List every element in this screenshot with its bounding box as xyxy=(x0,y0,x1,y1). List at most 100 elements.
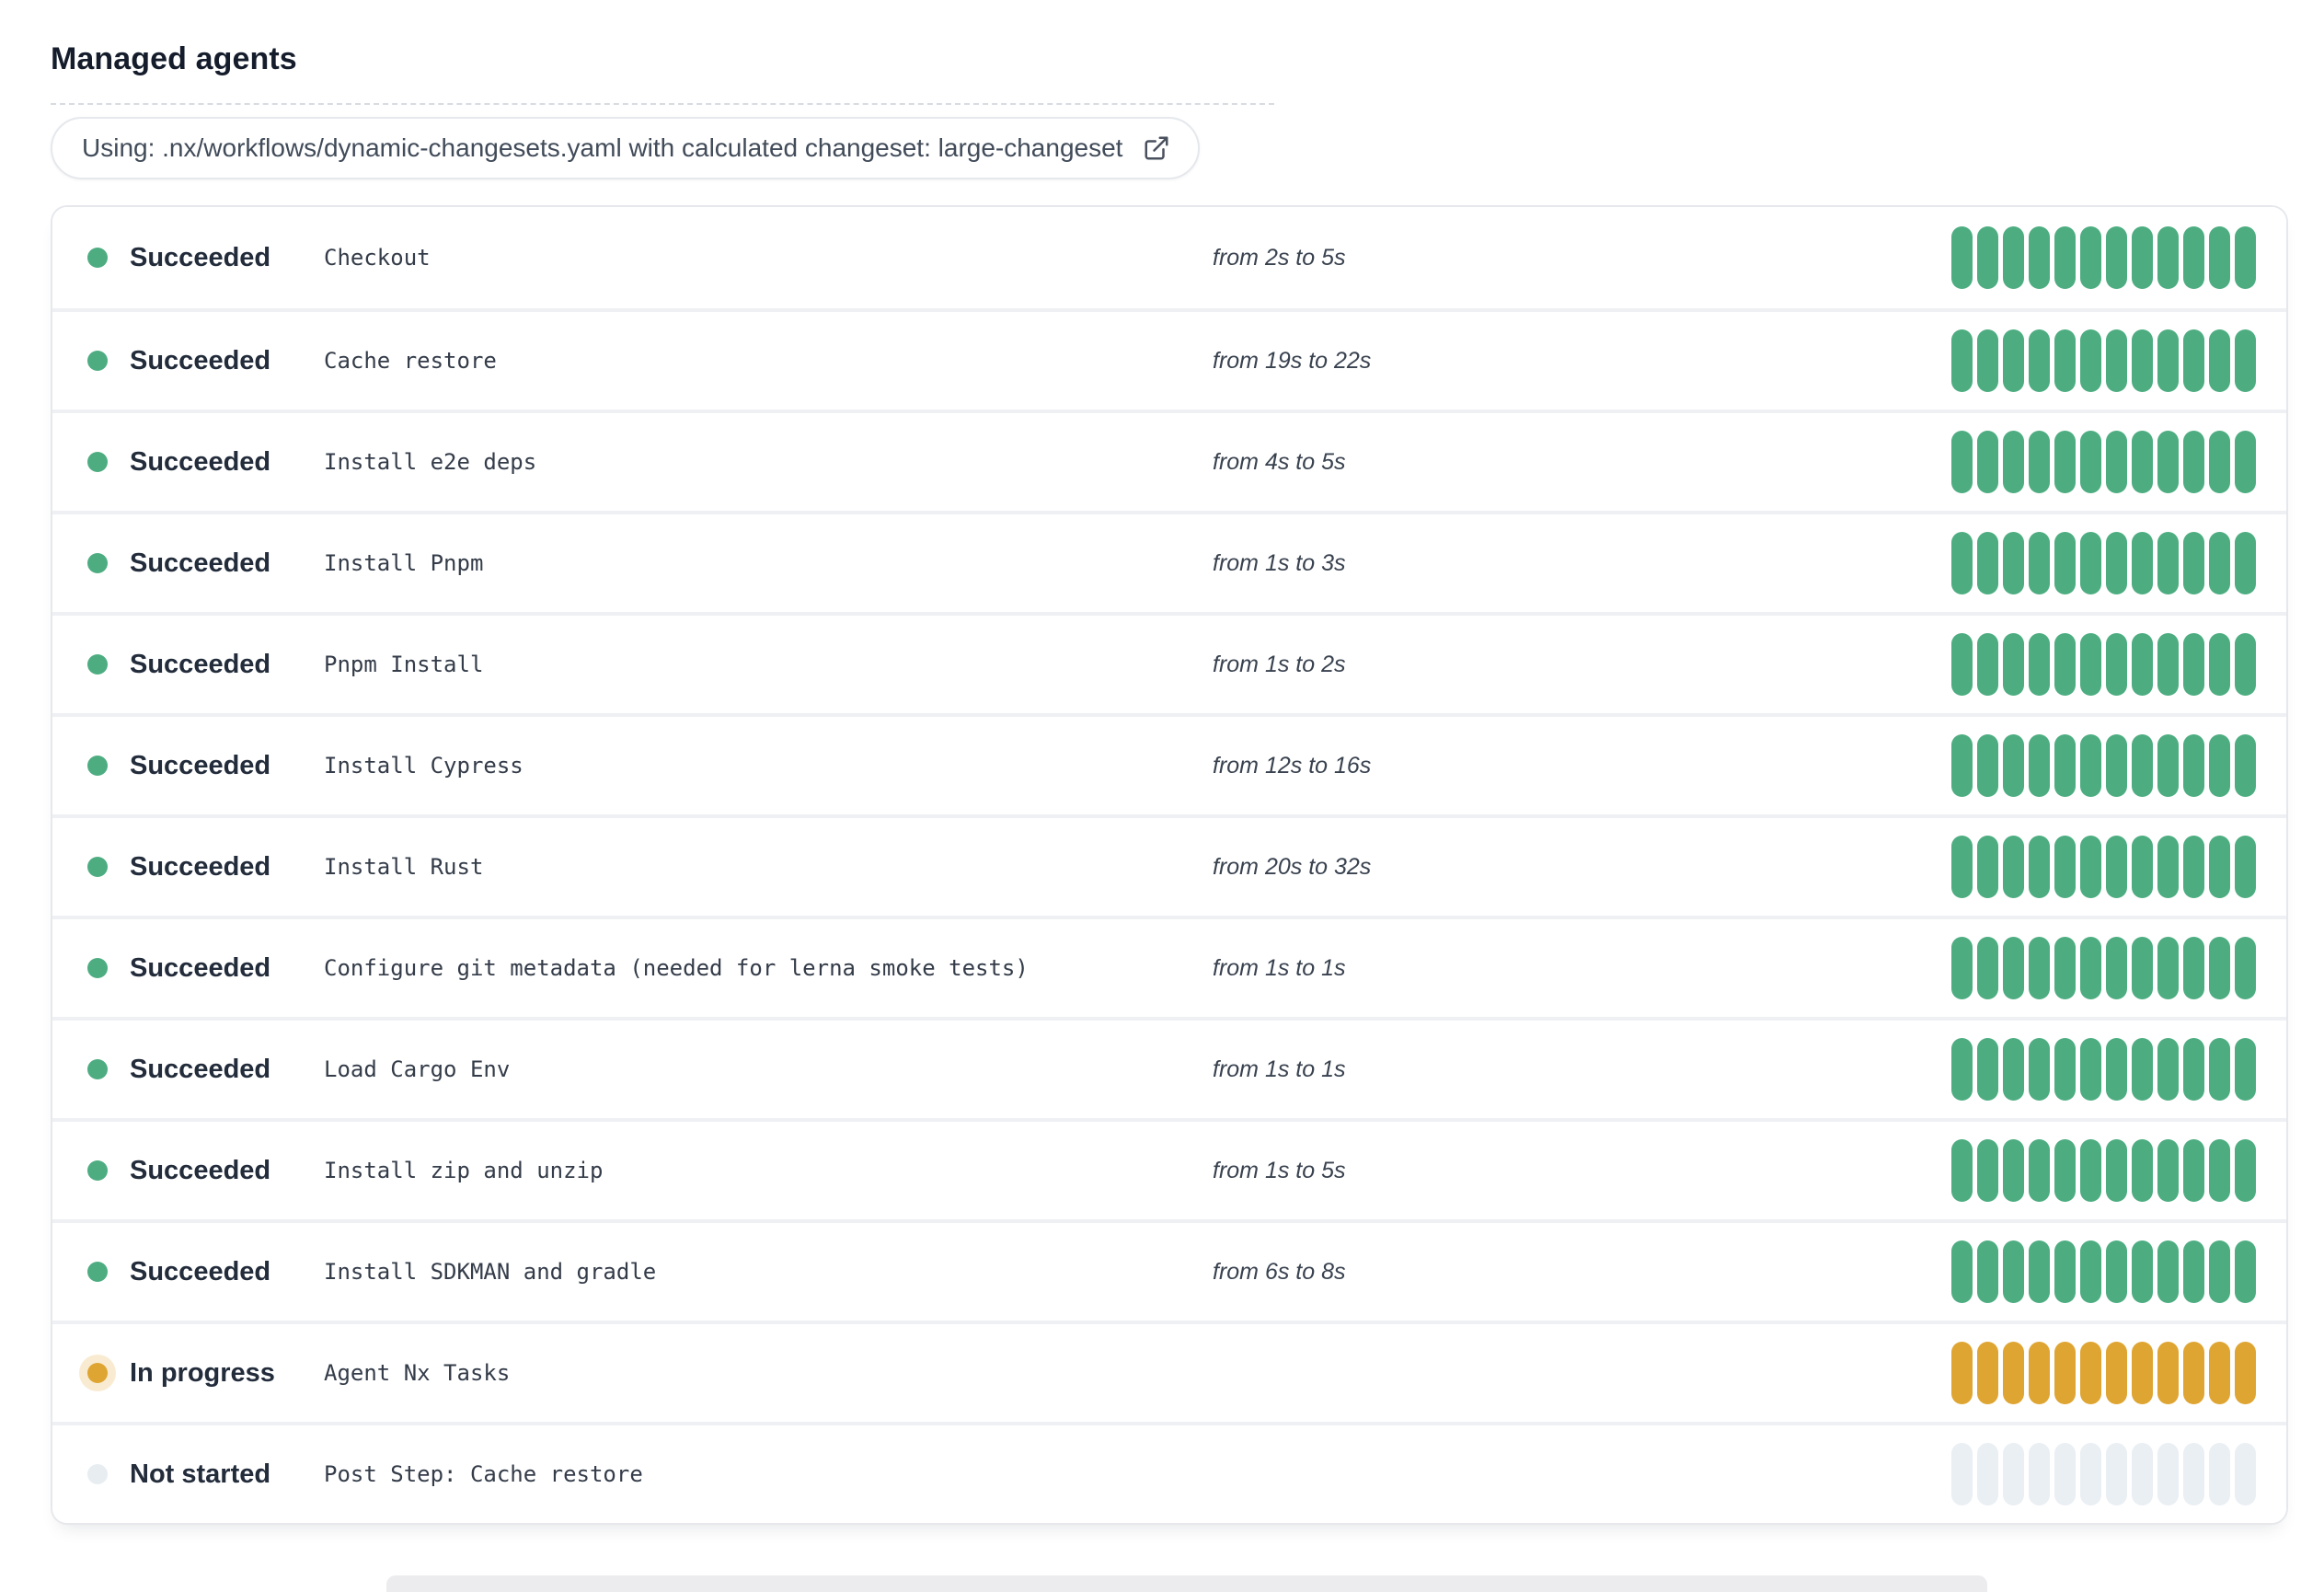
status-label: Succeeded xyxy=(130,1054,271,1084)
bar-segment xyxy=(2029,836,2050,898)
step-duration: from 1s to 2s xyxy=(1213,651,1346,677)
status-label: Succeeded xyxy=(130,446,271,477)
bar-segment xyxy=(2235,1342,2256,1404)
status-label: Succeeded xyxy=(130,649,271,679)
bar-segment xyxy=(2235,329,2256,392)
bar-segment xyxy=(2183,1139,2204,1202)
bar-segment xyxy=(2235,1139,2256,1202)
bar-segment xyxy=(2003,1443,2024,1505)
bar-segment xyxy=(2183,226,2204,289)
status-cell: Succeeded xyxy=(52,1156,324,1186)
dashed-divider: Using: .nx/workflows/dynamic-changesets.… xyxy=(51,103,1274,179)
bar-segment xyxy=(2106,226,2127,289)
bar-segment xyxy=(1951,633,1973,696)
bar-segment xyxy=(2080,1038,2101,1101)
status-label: Not started xyxy=(130,1459,271,1489)
status-cell: Succeeded xyxy=(52,852,324,883)
bar-segment xyxy=(1977,226,1998,289)
bar-segment xyxy=(2157,431,2179,493)
agent-step-row[interactable]: Succeeded Load Cargo Env from 1s to 1s xyxy=(52,1017,2286,1118)
step-name: Install Cypress xyxy=(324,753,523,779)
bar-segment xyxy=(2183,1342,2204,1404)
bar-segment xyxy=(2209,1443,2230,1505)
agent-step-row[interactable]: Succeeded Install SDKMAN and gradle from… xyxy=(52,1219,2286,1321)
workflow-badge-link[interactable]: Using: .nx/workflows/dynamic-changesets.… xyxy=(51,117,1201,179)
agent-step-row[interactable]: Succeeded Checkout from 2s to 5s xyxy=(52,207,2286,308)
bar-segment xyxy=(1951,937,1973,999)
status-dot-succeeded-icon xyxy=(87,1262,108,1282)
bar-segment xyxy=(2157,633,2179,696)
bar-segment xyxy=(1951,1240,1973,1303)
step-name: Checkout xyxy=(324,245,431,271)
bar-segment xyxy=(2054,1038,2076,1101)
bar-segment xyxy=(2054,1443,2076,1505)
bar-segment xyxy=(1951,1139,1973,1202)
step-duration: from 2s to 5s xyxy=(1213,244,1346,271)
step-duration: from 1s to 1s xyxy=(1213,1056,1346,1082)
bar-segment xyxy=(2157,226,2179,289)
bar-segment xyxy=(2183,734,2204,797)
agent-step-row[interactable]: In progress Agent Nx Tasks xyxy=(52,1321,2286,1422)
status-label: In progress xyxy=(130,1357,275,1388)
bar-segment xyxy=(2235,633,2256,696)
bar-segment xyxy=(2054,226,2076,289)
agent-step-row[interactable]: Succeeded Install Rust from 20s to 32s xyxy=(52,814,2286,916)
bar-segment xyxy=(2209,734,2230,797)
status-cell: Succeeded xyxy=(52,548,324,579)
bar-segment xyxy=(2054,734,2076,797)
bar-segment xyxy=(1977,633,1998,696)
status-label: Succeeded xyxy=(130,750,271,780)
bar-segment xyxy=(1977,1038,1998,1101)
agent-step-row[interactable]: Succeeded Cache restore from 19s to 22s xyxy=(52,308,2286,410)
bar-segment xyxy=(2183,1240,2204,1303)
bar-segment xyxy=(2080,633,2101,696)
bar-segment xyxy=(1951,836,1973,898)
managed-agents-page: Managed agents Using: .nx/workflows/dyna… xyxy=(0,0,2324,1592)
agent-step-row[interactable]: Succeeded Pnpm Install from 1s to 2s xyxy=(52,612,2286,713)
bar-segment xyxy=(2132,226,2153,289)
bar-segment xyxy=(2106,1342,2127,1404)
bar-segment xyxy=(2235,1240,2256,1303)
bar-segment xyxy=(2132,1342,2153,1404)
agent-step-row[interactable]: Succeeded Install Pnpm from 1s to 3s xyxy=(52,511,2286,612)
step-duration: from 19s to 22s xyxy=(1213,347,1372,374)
bar-segment xyxy=(2106,633,2127,696)
bar-segment xyxy=(1977,1240,1998,1303)
bar-segment xyxy=(2132,1240,2153,1303)
progress-bar xyxy=(1951,1342,2256,1404)
bar-segment xyxy=(2106,1240,2127,1303)
bar-segment xyxy=(2080,329,2101,392)
agent-step-row[interactable]: Succeeded Install zip and unzip from 1s … xyxy=(52,1118,2286,1219)
bar-segment xyxy=(2080,1342,2101,1404)
agent-step-row[interactable]: Succeeded Install Cypress from 12s to 16… xyxy=(52,713,2286,814)
bar-segment xyxy=(1951,226,1973,289)
progress-bar xyxy=(1951,734,2256,797)
bar-segment xyxy=(2106,734,2127,797)
agent-step-row[interactable]: Succeeded Install e2e deps from 4s to 5s xyxy=(52,410,2286,511)
bar-segment xyxy=(2132,431,2153,493)
agents-list: Succeeded Checkout from 2s to 5s Succeed… xyxy=(51,205,2288,1525)
status-dot-succeeded-icon xyxy=(87,553,108,573)
agent-step-row[interactable]: Succeeded Configure git metadata (needed… xyxy=(52,916,2286,1017)
bar-segment xyxy=(2209,532,2230,594)
bar-segment xyxy=(2106,937,2127,999)
progress-bar xyxy=(1951,1038,2256,1101)
status-dot-succeeded-icon xyxy=(87,654,108,675)
bar-segment xyxy=(1977,431,1998,493)
bar-segment xyxy=(2235,836,2256,898)
status-cell: In progress xyxy=(52,1358,324,1389)
bar-segment xyxy=(2132,532,2153,594)
bar-segment xyxy=(2157,836,2179,898)
bar-segment xyxy=(1951,532,1973,594)
bar-segment xyxy=(1977,1139,1998,1202)
step-name: Pnpm Install xyxy=(324,652,484,677)
bar-segment xyxy=(2080,937,2101,999)
bar-segment xyxy=(2183,1443,2204,1505)
bar-segment xyxy=(2080,734,2101,797)
bar-segment xyxy=(2029,226,2050,289)
status-cell: Succeeded xyxy=(52,650,324,680)
bar-segment xyxy=(2209,836,2230,898)
progress-bar xyxy=(1951,431,2256,493)
status-dot-succeeded-icon xyxy=(87,857,108,877)
agent-step-row[interactable]: Not started Post Step: Cache restore xyxy=(52,1422,2286,1523)
